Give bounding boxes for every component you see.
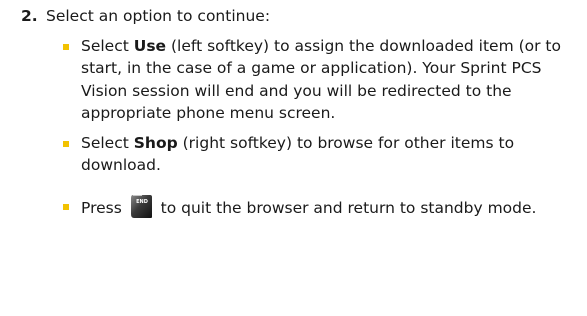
list-item-text: Select Shop (right softkey) to browse fo… bbox=[81, 134, 514, 174]
text-prefix: Select bbox=[81, 37, 134, 55]
list-item-end: Press END to quit the browser and return… bbox=[0, 193, 573, 224]
text-prefix: Select bbox=[81, 134, 134, 153]
softkey-label-use: Use bbox=[133, 37, 167, 55]
svg-text:END: END bbox=[136, 199, 148, 205]
step-instruction: Select an option to continue: bbox=[46, 7, 271, 25]
step-number: 2. bbox=[21, 7, 38, 25]
list-item-shop: Select Shop (right softkey) to browse fo… bbox=[0, 132, 573, 177]
manual-page: 2. Select an option to continue: Select … bbox=[0, 0, 587, 316]
option-list: Select Use (left softkey) to assign the … bbox=[0, 35, 587, 224]
bullet-square-icon bbox=[63, 203, 69, 210]
list-item-text: Select Use (left softkey) to assign the … bbox=[81, 37, 561, 122]
softkey-label-shop: Shop bbox=[133, 134, 178, 153]
text-suffix: to quit the browser and return to standb… bbox=[155, 198, 537, 217]
bullet-square-icon bbox=[63, 141, 69, 148]
list-item-use: Select Use (left softkey) to assign the … bbox=[0, 35, 573, 124]
end-key-icon: END bbox=[130, 194, 153, 219]
bullet-square-icon bbox=[63, 44, 69, 50]
text-prefix: Press bbox=[81, 198, 127, 217]
list-item-text: Press END to quit the browser and return… bbox=[81, 194, 537, 218]
